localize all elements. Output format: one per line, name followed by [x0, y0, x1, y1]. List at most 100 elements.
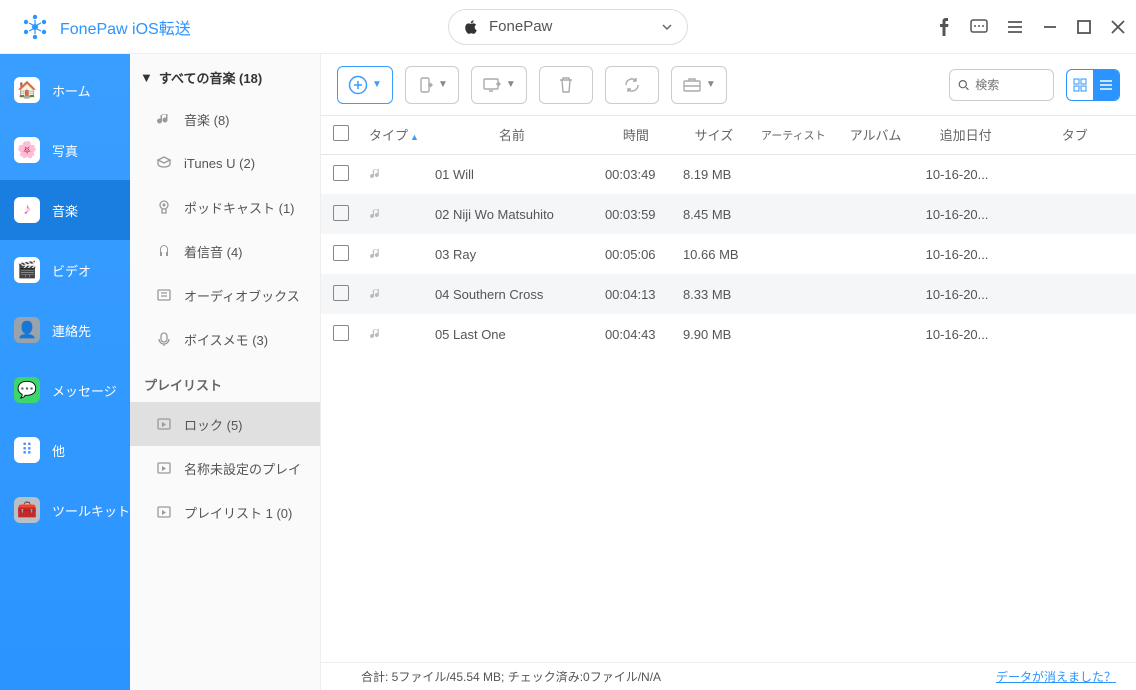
col-name[interactable]: 名前 — [427, 116, 597, 154]
refresh-icon — [623, 76, 641, 94]
delete-button[interactable] — [539, 66, 593, 104]
grid-icon — [1073, 78, 1087, 92]
row-checkbox[interactable] — [333, 245, 349, 261]
table-row[interactable]: 01 Will00:03:498.19 MB10-16-20... — [321, 154, 1136, 194]
sort-indicator-icon: ▲ — [410, 132, 419, 142]
maximize-button[interactable] — [1076, 19, 1092, 35]
cell-artist — [753, 154, 834, 194]
tree-category-item[interactable]: ポッドキャスト (1) — [130, 185, 320, 229]
music-note-icon — [369, 287, 419, 301]
cell-album — [834, 154, 918, 194]
add-button[interactable]: ▼ — [337, 66, 393, 104]
tree-playlist-item[interactable]: 名称未設定のプレイ — [130, 446, 320, 490]
cell-added: 10-16-20... — [918, 274, 1014, 314]
cell-tab — [1014, 194, 1136, 234]
plus-circle-icon — [348, 75, 368, 95]
sidebar-item-label: 他 — [52, 441, 65, 460]
music-note-icon — [369, 207, 419, 221]
window-controls — [936, 18, 1126, 36]
status-text: 合計: 5ファイル/45.54 MB; チェック済み:0ファイル/N/A — [361, 668, 661, 685]
sidebar-item-label: メッセージ — [52, 381, 117, 400]
cell-album — [834, 274, 918, 314]
sidebar-item-label: 音楽 — [52, 201, 78, 220]
table-row[interactable]: 03 Ray00:05:0610.66 MB10-16-20... — [321, 234, 1136, 274]
tree-category-item[interactable]: 音楽 (8) — [130, 97, 320, 141]
search-input[interactable] — [975, 78, 1045, 92]
playlist-section-label: プレイリスト — [130, 361, 320, 402]
sidebar-item-toolkit[interactable]: 🧰 ツールキット — [0, 480, 130, 540]
playlist-icon — [156, 504, 172, 520]
cell-name: 01 Will — [427, 154, 597, 194]
tree-header[interactable]: ▼ すべての音楽 (18) — [130, 68, 320, 97]
export-phone-icon — [416, 76, 434, 94]
sidebar-item-contacts[interactable]: 👤 連絡先 — [0, 300, 130, 360]
facebook-icon[interactable] — [936, 18, 952, 36]
cell-album — [834, 234, 918, 274]
tree-playlist-item[interactable]: プレイリスト 1 (0) — [130, 490, 320, 534]
cell-size: 9.90 MB — [675, 314, 753, 354]
export-pc-icon — [482, 76, 502, 94]
sidebar-item-label: ツールキット — [52, 501, 130, 520]
export-pc-button[interactable]: ▼ — [471, 66, 527, 104]
cell-size: 8.19 MB — [675, 154, 753, 194]
col-tab[interactable]: タブ — [1014, 116, 1136, 154]
device-selector[interactable]: FonePaw — [448, 9, 688, 45]
chevron-down-icon: ▼ — [706, 79, 716, 90]
sidebar-item-home[interactable]: 🏠 ホーム — [0, 60, 130, 120]
col-artist[interactable]: アーティスト — [753, 116, 834, 154]
sidebar-item-photos[interactable]: 🌸 写真 — [0, 120, 130, 180]
tree-item-label: 着信音 (4) — [184, 242, 243, 261]
tree-item-label: プレイリスト 1 (0) — [184, 503, 292, 522]
col-added[interactable]: 追加日付 — [918, 116, 1014, 154]
row-checkbox[interactable] — [333, 205, 349, 221]
cell-name: 05 Last One — [427, 314, 597, 354]
tree-playlist-item[interactable]: ロック (5) — [130, 402, 320, 446]
list-icon — [1099, 78, 1113, 92]
cell-artist — [753, 314, 834, 354]
minimize-button[interactable] — [1042, 19, 1058, 35]
sidebar-item-other[interactable]: ⠿ 他 — [0, 420, 130, 480]
search-box[interactable] — [949, 69, 1054, 101]
category-icon — [156, 111, 172, 127]
grid-view-button[interactable] — [1067, 70, 1093, 100]
messages-icon: 💬 — [14, 377, 40, 403]
data-lost-link[interactable]: データが消えました？ — [996, 668, 1116, 685]
table-row[interactable]: 04 Southern Cross00:04:138.33 MB10-16-20… — [321, 274, 1136, 314]
tree-category-item[interactable]: オーディオブックス — [130, 273, 320, 317]
col-type[interactable]: タイプ▲ — [361, 116, 427, 154]
tree-item-label: ボイスメモ (3) — [184, 330, 268, 349]
category-icon — [156, 199, 172, 215]
chevron-down-icon: ▼ — [438, 79, 448, 90]
row-checkbox[interactable] — [333, 165, 349, 181]
row-checkbox[interactable] — [333, 285, 349, 301]
col-size[interactable]: サイズ — [675, 116, 753, 154]
cell-time: 00:04:43 — [597, 314, 675, 354]
select-all-checkbox[interactable] — [333, 125, 349, 141]
table-row[interactable]: 05 Last One00:04:439.90 MB10-16-20... — [321, 314, 1136, 354]
tree-category-item[interactable]: ボイスメモ (3) — [130, 317, 320, 361]
col-time[interactable]: 時間 — [597, 116, 675, 154]
search-icon — [958, 78, 969, 92]
refresh-button[interactable] — [605, 66, 659, 104]
sidebar-item-video[interactable]: 🎬 ビデオ — [0, 240, 130, 300]
row-checkbox[interactable] — [333, 325, 349, 341]
category-icon — [156, 287, 172, 303]
tree-category-item[interactable]: 着信音 (4) — [130, 229, 320, 273]
toolkit-icon: 🧰 — [14, 497, 40, 523]
tree-category-item[interactable]: iTunes U (2) — [130, 141, 320, 185]
close-button[interactable] — [1110, 19, 1126, 35]
menu-icon[interactable] — [1006, 18, 1024, 36]
table-row[interactable]: 02 Niji Wo Matsuhito00:03:598.45 MB10-16… — [321, 194, 1136, 234]
sidebar-item-messages[interactable]: 💬 メッセージ — [0, 360, 130, 420]
home-icon: 🏠 — [14, 77, 40, 103]
sidebar-item-music[interactable]: ♪ 音楽 — [0, 180, 130, 240]
briefcase-icon — [682, 77, 702, 93]
feedback-icon[interactable] — [970, 18, 988, 36]
category-icon — [156, 331, 172, 347]
music-note-icon — [369, 247, 419, 261]
toolbox-button[interactable]: ▼ — [671, 66, 727, 104]
playlist-icon — [156, 416, 172, 432]
export-device-button[interactable]: ▼ — [405, 66, 459, 104]
col-album[interactable]: アルバム — [834, 116, 918, 154]
list-view-button[interactable] — [1093, 70, 1119, 100]
